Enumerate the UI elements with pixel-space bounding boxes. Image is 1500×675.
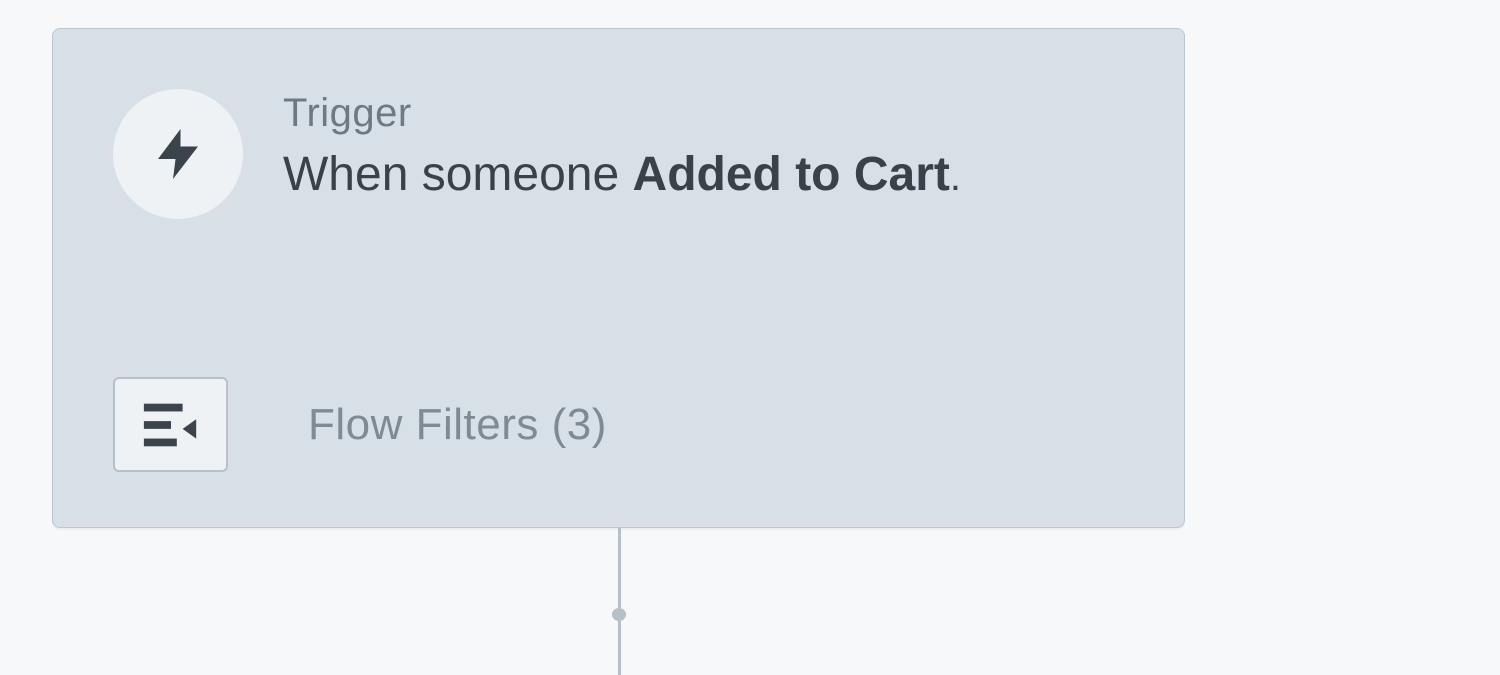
flow-filters-row[interactable]: Flow Filters (3) <box>113 377 607 472</box>
connector-line <box>618 621 621 675</box>
filter-list-icon <box>140 399 202 451</box>
trigger-description: When someone Added to Cart. <box>283 146 961 204</box>
connector-line <box>618 528 621 608</box>
bolt-icon <box>148 124 208 184</box>
trigger-description-period: . <box>950 155 961 199</box>
trigger-description-prefix: When someone <box>283 148 633 201</box>
trigger-type-label: Trigger <box>283 91 961 136</box>
flow-filters-label: Flow Filters (3) <box>308 400 607 450</box>
flow-canvas[interactable]: Trigger When someone Added to Cart. Flow… <box>0 0 1500 675</box>
trigger-event-name: Added to Cart <box>633 148 950 201</box>
flow-filters-icon-box[interactable] <box>113 377 228 472</box>
trigger-header: Trigger When someone Added to Cart. <box>113 89 961 219</box>
connector-node[interactable] <box>612 608 626 621</box>
trigger-text: Trigger When someone Added to Cart. <box>283 89 961 204</box>
flow-connector <box>618 528 620 675</box>
trigger-icon-container <box>113 89 243 219</box>
trigger-card[interactable]: Trigger When someone Added to Cart. Flow… <box>52 28 1185 528</box>
